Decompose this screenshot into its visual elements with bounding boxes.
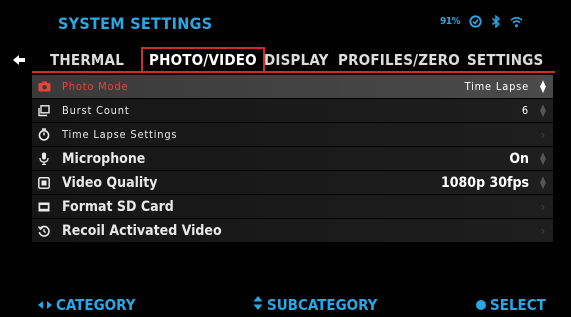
row-time-lapse-settings[interactable]: Time Lapse Settings › — [32, 123, 553, 147]
row-value: 6 — [521, 104, 529, 117]
status-bar: 91% — [440, 15, 523, 28]
row-label: Format SD Card — [62, 198, 174, 215]
row-label: Recoil Activated Video — [62, 222, 222, 239]
tab-photo-video[interactable]: PHOTO/VIDEO — [141, 47, 265, 73]
row-value: Time Lapse — [464, 80, 529, 93]
wifi-icon — [510, 16, 523, 28]
recoil-icon — [32, 219, 56, 243]
row-value: 1080p 30fps — [441, 174, 529, 191]
row-photo-mode[interactable]: Photo Mode Time Lapse ▲ ▼ — [32, 75, 553, 99]
hint-subcategory: SUBCATEGORY — [253, 296, 377, 314]
tab-display[interactable]: DISPLAY — [264, 48, 329, 72]
page-title: SYSTEM SETTINGS — [58, 14, 213, 33]
chevron-right-icon[interactable]: › — [533, 128, 553, 142]
hint-select: SELECT — [476, 296, 546, 314]
bluetooth-icon — [491, 15, 501, 28]
system-settings-screen: SYSTEM SETTINGS 91% THERMAL PHOTO/VIDEO … — [0, 0, 571, 317]
row-burst-count[interactable]: Burst Count 6 ▲ ▼ — [32, 99, 553, 123]
row-value: On — [509, 150, 529, 167]
row-label: Video Quality — [62, 174, 158, 191]
timer-icon — [32, 123, 56, 147]
tab-settings[interactable]: SETTINGS — [467, 48, 543, 72]
up-down-icon[interactable]: ▲ ▼ — [533, 151, 553, 166]
row-recoil-activated-video[interactable]: Recoil Activated Video › — [32, 219, 553, 243]
select-dot-icon — [476, 300, 486, 310]
camera-icon — [32, 75, 56, 99]
hint-select-label: SELECT — [490, 296, 546, 314]
row-label: Microphone — [62, 150, 146, 167]
row-label: Time Lapse Settings — [62, 128, 178, 141]
up-down-icon[interactable]: ▲ ▼ — [533, 103, 553, 118]
row-format-sd-card[interactable]: Format SD Card › — [32, 195, 553, 219]
left-right-icon — [38, 296, 52, 314]
footer-hints: CATEGORY SUBCATEGORY SELECT — [0, 296, 571, 314]
chevron-right-icon[interactable]: › — [533, 200, 553, 214]
stabilizer-icon — [469, 15, 482, 28]
tab-profiles-zero[interactable]: PROFILES/ZERO — [338, 48, 460, 72]
up-down-icon[interactable]: ▲ ▼ — [533, 175, 553, 190]
row-video-quality[interactable]: Video Quality 1080p 30fps ▲ ▼ — [32, 171, 553, 195]
sd-card-icon — [32, 195, 56, 219]
settings-list: Photo Mode Time Lapse ▲ ▼ Burst Count 6 ▲… — [32, 75, 553, 243]
battery-indicator: 91% — [439, 16, 461, 27]
burst-icon — [32, 99, 56, 123]
back-arrow-icon[interactable] — [12, 52, 26, 66]
chevron-right-icon[interactable]: › — [533, 224, 553, 238]
video-quality-icon — [32, 171, 56, 195]
up-down-icon — [253, 296, 263, 314]
hint-category-label: CATEGORY — [56, 296, 136, 314]
tab-thermal[interactable]: THERMAL — [50, 48, 124, 72]
tabs-divider — [32, 71, 555, 73]
row-label: Burst Count — [62, 104, 130, 117]
hint-subcategory-label: SUBCATEGORY — [267, 296, 378, 314]
up-down-icon[interactable]: ▲ ▼ — [533, 79, 553, 94]
row-label: Photo Mode — [62, 80, 129, 93]
category-tabs: THERMAL PHOTO/VIDEO DISPLAY PROFILES/ZER… — [0, 47, 571, 73]
microphone-icon — [32, 147, 56, 171]
row-microphone[interactable]: Microphone On ▲ ▼ — [32, 147, 553, 171]
hint-category: CATEGORY — [38, 296, 136, 314]
